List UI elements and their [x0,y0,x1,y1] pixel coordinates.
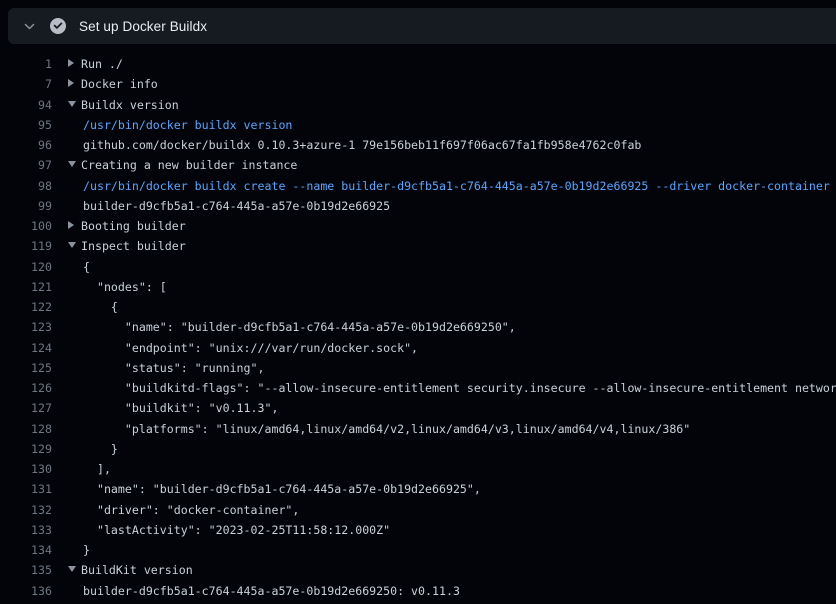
log-line: 99 builder-d9cfb5a1-c764-445a-a57e-0b19d2… [0,196,836,216]
output-text: builder-d9cfb5a1-c764-445a-a57e-0b19d2e6… [83,584,460,598]
line-number[interactable]: 134 [0,540,52,560]
line-number[interactable]: 129 [0,439,52,459]
step-title: Set up Docker Buildx [79,19,207,34]
log-line: 121 "nodes": [ [0,277,836,297]
log-line[interactable]: 1 Run ./ [0,54,836,74]
chevron-collapsed-icon[interactable] [68,216,81,236]
chevron-expanded-icon[interactable] [68,560,81,580]
log-line: 126 "buildkitd-flags": "--allow-insecure… [0,378,836,398]
line-number[interactable]: 100 [0,216,52,236]
log-line: 120 { [0,257,836,277]
log-line: 123 "name": "builder-d9cfb5a1-c764-445a-… [0,317,836,337]
line-number[interactable]: 120 [0,257,52,277]
line-number[interactable]: 7 [0,74,52,94]
output-text: "buildkit": "v0.11.3", [83,401,278,415]
log-line[interactable]: 100 Booting builder [0,216,836,236]
log-line: 127 "buildkit": "v0.11.3", [0,398,836,418]
chevron-down-icon[interactable] [21,18,37,34]
output-text: "platforms": "linux/amd64,linux/amd64/v2… [83,422,690,436]
log-line: 124 "endpoint": "unix:///var/run/docker.… [0,338,836,358]
line-number[interactable]: 132 [0,500,52,520]
log-line: 95/usr/bin/docker buildx version [0,115,836,135]
output-text: "nodes": [ [83,280,167,294]
line-number[interactable]: 95 [0,115,52,135]
group-title: Booting builder [81,219,186,233]
line-number[interactable]: 130 [0,459,52,479]
line-number[interactable]: 131 [0,479,52,499]
group-title: Inspect builder [81,239,186,253]
group-title: Buildx version [81,98,179,112]
line-number[interactable]: 119 [0,236,52,256]
line-number[interactable]: 121 [0,277,52,297]
output-text: "buildkitd-flags": "--allow-insecure-ent… [83,381,836,395]
log-line: 132 "driver": "docker-container", [0,500,836,520]
output-text: } [83,442,118,456]
output-text: "driver": "docker-container", [83,503,299,517]
line-number[interactable]: 96 [0,135,52,155]
output-text: "endpoint": "unix:///var/run/docker.sock… [83,341,418,355]
line-number[interactable]: 94 [0,95,52,115]
log-line[interactable]: 119 Inspect builder [0,236,836,256]
log-line[interactable]: 135 BuildKit version [0,560,836,580]
log-line: 122 { [0,297,836,317]
log-line[interactable]: 97 Creating a new builder instance [0,155,836,175]
log-line: 125 "status": "running", [0,358,836,378]
line-number[interactable]: 98 [0,176,52,196]
group-title: Docker info [81,77,158,91]
log-line: 128 "platforms": "linux/amd64,linux/amd6… [0,419,836,439]
line-number[interactable]: 133 [0,520,52,540]
actions-log-viewer: { "header": { "title": "Set up Docker Bu… [0,0,836,604]
log-line: 131 "name": "builder-d9cfb5a1-c764-445a-… [0,479,836,499]
line-number[interactable]: 122 [0,297,52,317]
line-number[interactable]: 1 [0,54,52,74]
output-text: { [83,260,90,274]
line-number[interactable]: 97 [0,155,52,175]
log-line: 133 "lastActivity": "2023-02-25T11:58:12… [0,520,836,540]
output-text: ], [83,462,111,476]
chevron-expanded-icon[interactable] [68,236,81,256]
group-title: Creating a new builder instance [81,158,297,172]
line-number[interactable]: 127 [0,398,52,418]
log-line: 136 builder-d9cfb5a1-c764-445a-a57e-0b19d… [0,581,836,601]
line-number[interactable]: 135 [0,560,52,580]
chevron-expanded-icon[interactable] [68,155,81,175]
output-text: "status": "running", [83,361,264,375]
line-number[interactable]: 123 [0,317,52,337]
group-title: BuildKit version [81,563,193,577]
group-title: Run ./ [81,57,123,71]
line-number[interactable]: 125 [0,358,52,378]
step-header[interactable]: Set up Docker Buildx [8,8,836,44]
output-text: { [83,300,118,314]
log-line: 129 } [0,439,836,459]
line-number[interactable]: 126 [0,378,52,398]
log-line[interactable]: 94 Buildx version [0,95,836,115]
chevron-collapsed-icon[interactable] [68,54,81,74]
output-text: "name": "builder-d9cfb5a1-c764-445a-a57e… [83,320,516,334]
line-number[interactable]: 128 [0,419,52,439]
log-line: 98/usr/bin/docker buildx create --name b… [0,176,836,196]
output-text: } [83,543,90,557]
log-lines[interactable]: 1 Run ./ 7 Docker info 94 Buildx version 95/us… [0,44,836,604]
command-text: /usr/bin/docker buildx version [83,118,292,132]
output-text: builder-d9cfb5a1-c764-445a-a57e-0b19d2e6… [83,199,390,213]
command-text: /usr/bin/docker buildx create --name bui… [83,179,830,193]
output-text: "lastActivity": "2023-02-25T11:58:12.000… [83,523,390,537]
log-line: 96 github.com/docker/buildx 0.10.3+azure-… [0,135,836,155]
check-circle-icon [50,18,66,34]
output-text: github.com/docker/buildx 0.10.3+azure-1 … [83,138,641,152]
chevron-collapsed-icon[interactable] [68,74,81,94]
line-number[interactable]: 136 [0,581,52,601]
line-number[interactable]: 124 [0,338,52,358]
log-line: 130 ], [0,459,836,479]
chevron-expanded-icon[interactable] [68,95,81,115]
log-line[interactable]: 7 Docker info [0,74,836,94]
log-line: 134} [0,540,836,560]
line-number[interactable]: 99 [0,196,52,216]
output-text: "name": "builder-d9cfb5a1-c764-445a-a57e… [83,482,481,496]
